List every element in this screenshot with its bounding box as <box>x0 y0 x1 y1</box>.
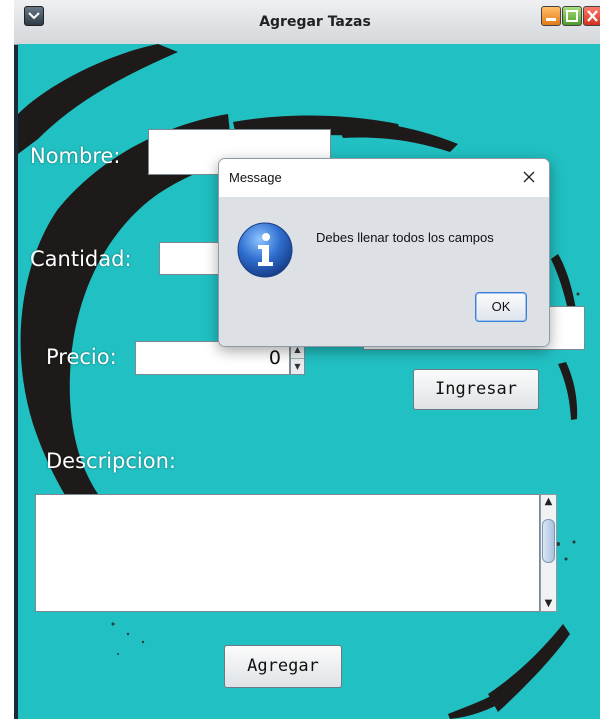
dialog-message: Debes llenar todos los campos <box>316 230 494 245</box>
scroll-thumb[interactable] <box>542 519 555 563</box>
ok-button[interactable]: OK <box>475 292 527 322</box>
close-icon <box>523 171 535 183</box>
descripcion-label: Descripcion: <box>46 449 176 473</box>
descripcion-textarea[interactable] <box>35 494 540 612</box>
chevron-down-icon <box>28 12 40 20</box>
dialog-close-button[interactable] <box>519 167 539 187</box>
minimize-button[interactable] <box>541 6 561 26</box>
nombre-label: Nombre: <box>30 144 121 168</box>
ingresar-button[interactable]: Ingresar <box>413 369 539 410</box>
dialog-title: Message <box>229 170 282 185</box>
agregar-button[interactable]: Agregar <box>224 645 342 688</box>
maximize-icon <box>566 10 578 22</box>
app-window: Agregar Tazas Nombre: Cantidad: Precio: … <box>0 0 600 719</box>
scroll-up-arrow-icon[interactable]: ▲ <box>541 495 556 509</box>
minimize-icon <box>546 18 556 21</box>
window-title: Agregar Tazas <box>259 14 371 30</box>
scroll-down-arrow-icon[interactable]: ▼ <box>541 597 556 611</box>
dialog-body: Debes llenar todos los campos OK <box>219 197 549 346</box>
close-icon <box>587 10 598 22</box>
form-panel: Nombre: Cantidad: Precio: 0 ▲ ▼ Ingresar… <box>18 44 600 719</box>
message-dialog: Message Debes llenar todos los campos OK <box>218 158 550 347</box>
window-menu-button[interactable] <box>24 6 44 26</box>
descripcion-scrollbar[interactable]: ▲ ▼ <box>540 494 557 612</box>
desktop-edge <box>0 0 14 719</box>
precio-label: Precio: <box>46 345 117 369</box>
dialog-title-bar[interactable]: Message <box>219 159 549 197</box>
maximize-button[interactable] <box>562 6 582 26</box>
close-window-button[interactable] <box>583 6 600 26</box>
info-icon <box>237 222 293 278</box>
spinner-down-arrow-icon[interactable]: ▼ <box>291 358 304 375</box>
cantidad-label: Cantidad: <box>30 247 132 271</box>
